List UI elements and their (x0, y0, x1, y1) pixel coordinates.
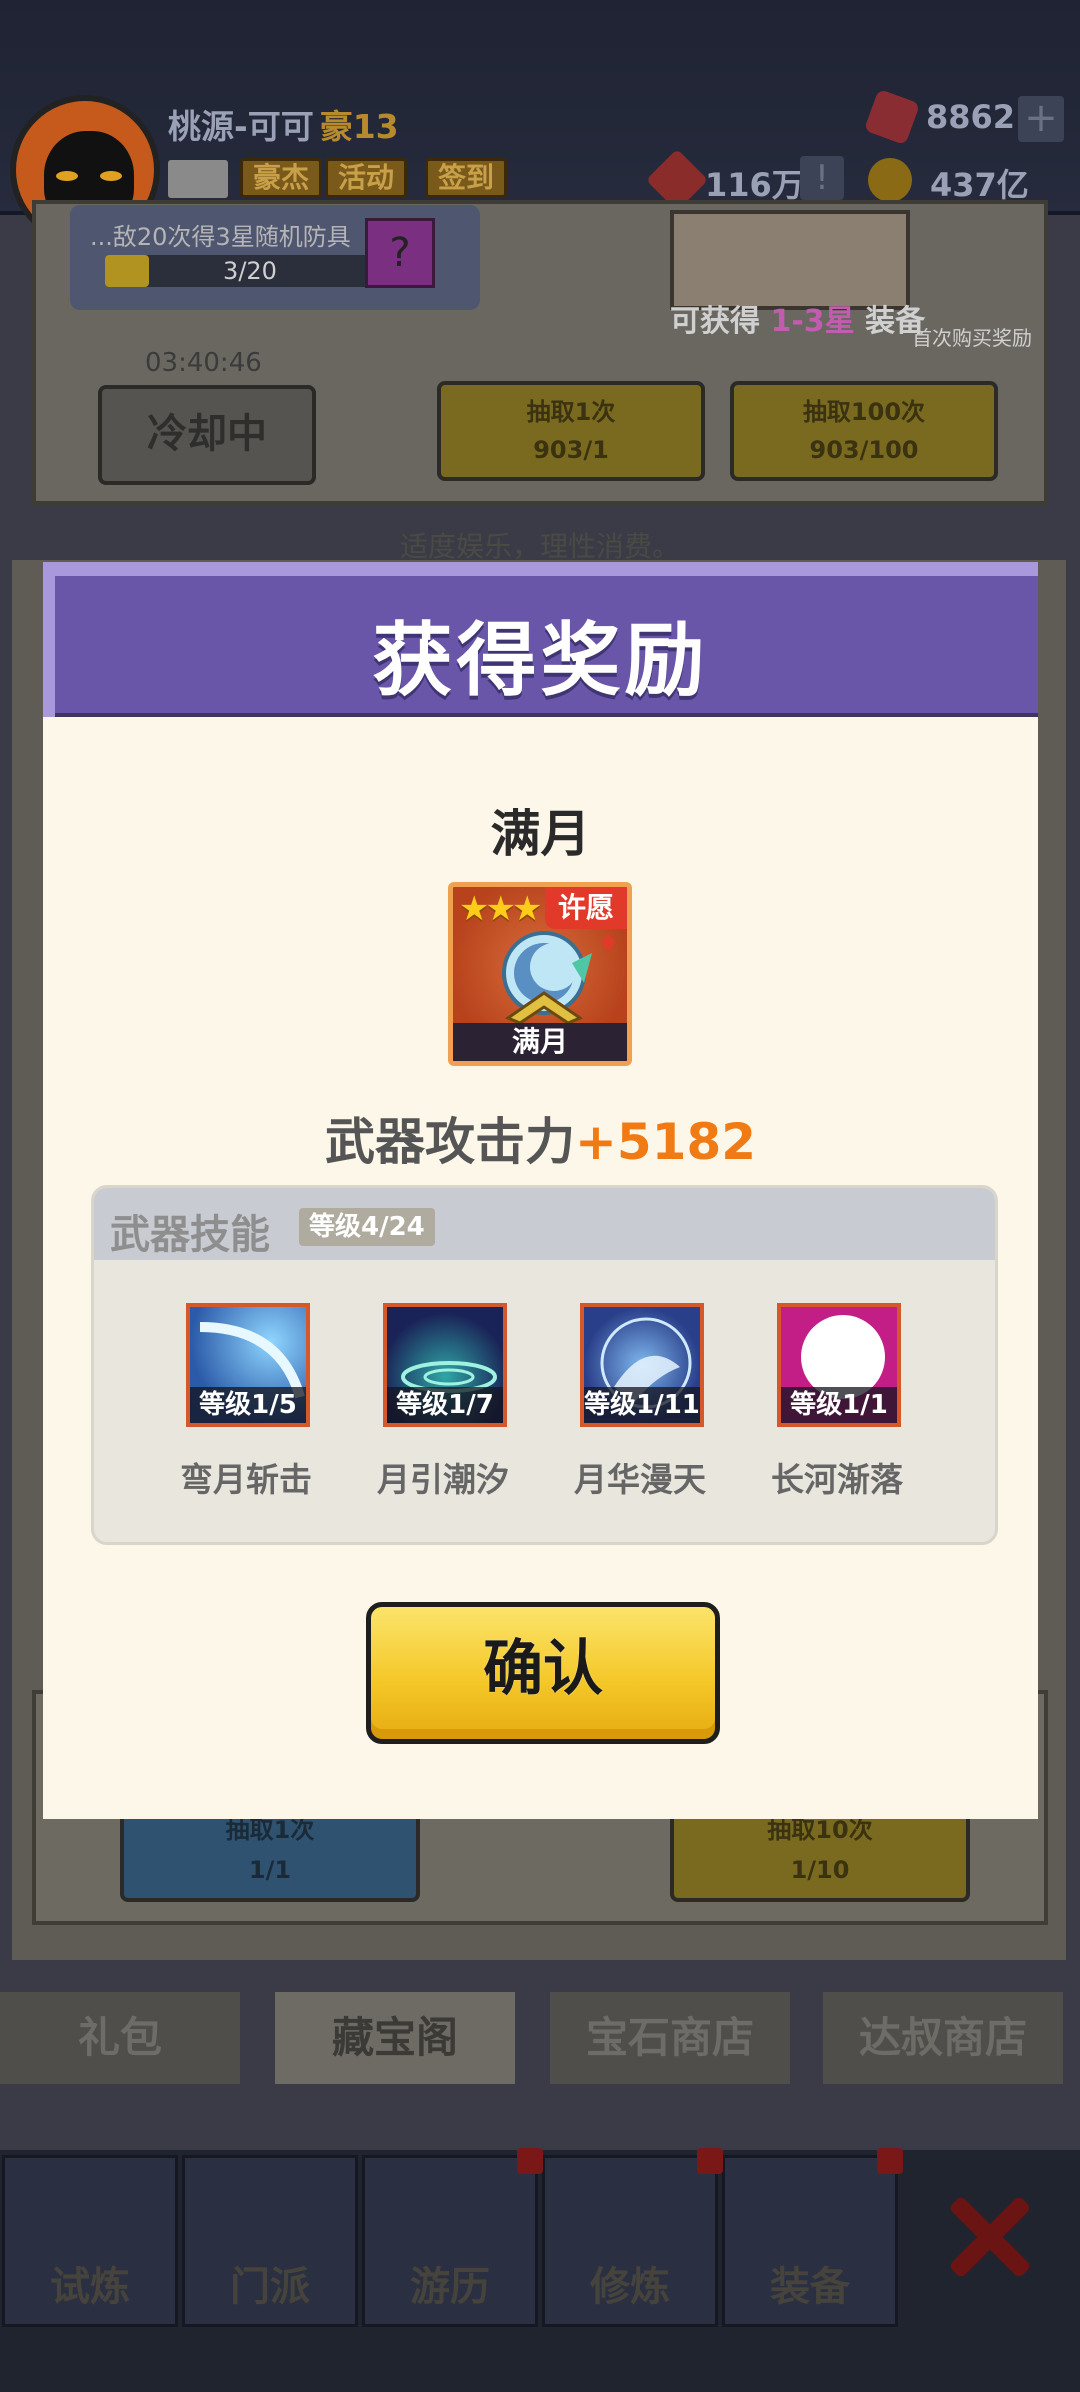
skill-name: 长河渐落 (771, 1460, 903, 1499)
item-stars: ★★★ (459, 889, 542, 929)
nav-trial-label: 试炼 (50, 2264, 130, 2310)
can-gain-stars: 1-3星 (770, 304, 855, 339)
tab-uncle-shop[interactable]: 达叔商店 (823, 1992, 1063, 2084)
weapon-attack: 武器攻击力+5182 (43, 1102, 1038, 1174)
draw-1-button[interactable]: 抽取1次 903/1 (437, 381, 705, 481)
checkin-button[interactable]: 签到 (425, 158, 508, 198)
item-name: 满月 (490, 805, 591, 863)
player-name-row: 桃源-可可 豪13 (168, 100, 399, 148)
skills-title: 武器技能 (110, 1212, 270, 1258)
reward-modal: 获得奖励 满月 ★★★ 许愿 ♦ 满月 武器攻击力+5182 武器技能 等级4/… (43, 562, 1038, 1819)
attack-value: +5182 (574, 1113, 757, 1171)
add-gems-button[interactable]: + (1018, 96, 1064, 142)
attack-label: 武器攻击力 (324, 1113, 575, 1171)
progress-text: ...敌20次得3星随机防具 (90, 223, 351, 251)
skill-item[interactable]: 等级1/1 长河渐落 (747, 1303, 927, 1503)
nav-sect[interactable]: 门派 (182, 2155, 358, 2327)
nav-sect-label: 门派 (230, 2264, 310, 2310)
river-sunset-icon: 等级1/1 (777, 1303, 901, 1427)
skill-item[interactable]: 等级1/5 弯月斩击 (156, 1303, 336, 1503)
draw-100-cost: 903/100 (809, 436, 919, 464)
item-card[interactable]: ★★★ 许愿 ♦ 满月 (448, 882, 632, 1066)
notification-dot (697, 2148, 723, 2174)
hero-button[interactable]: 豪杰 (240, 158, 323, 198)
first-buy-reward[interactable]: 首次购买奖励 (912, 322, 1032, 351)
health-slogan: 适度娱乐，理性消费。 (399, 530, 680, 563)
weapon-skills-panel: 武器技能 等级4/24 等级1/5 弯月斩击 等级1/7 月引潮汐 等级1/11… (91, 1185, 998, 1545)
skill-name: 月华漫天 (574, 1460, 706, 1499)
nav-cultivate[interactable]: 修炼 (542, 2155, 718, 2327)
nav-trial[interactable]: 试炼 (2, 2155, 178, 2327)
confirm-button[interactable]: 确认 (366, 1602, 720, 1744)
modal-title: 获得奖励 (372, 614, 709, 707)
draw-1-cost: 903/1 (533, 436, 609, 464)
skill-item[interactable]: 等级1/7 月引潮汐 (353, 1303, 533, 1503)
nav-travel[interactable]: 游历 (362, 2155, 538, 2327)
coin-icon (868, 158, 912, 202)
skills-header: 武器技能 等级4/24 (94, 1188, 995, 1260)
tab-gift[interactable]: 礼包 (0, 1992, 240, 2084)
nav-equip[interactable]: 装备 (722, 2155, 898, 2327)
skills-level-badge: 等级4/24 (299, 1208, 435, 1246)
notification-dot (877, 2148, 903, 2174)
full-moon-weapon-icon (502, 931, 592, 1025)
nav-cultivate-label: 修炼 (590, 2264, 670, 2310)
notification-dot (517, 2148, 543, 2174)
card-draw-10-cost: 1/10 (790, 1856, 850, 1884)
tab-treasure[interactable]: 藏宝阁 (275, 1992, 515, 2084)
skill-name: 月引潮汐 (377, 1460, 509, 1499)
card-draw-1-cost: 1/1 (248, 1856, 292, 1884)
player-rank: 豪13 (319, 107, 399, 146)
heart-icon: ♦ (597, 929, 619, 957)
mystery-box-icon: ? (365, 218, 435, 288)
mail-icon[interactable] (168, 160, 228, 198)
tokens-info-button[interactable]: ! (800, 156, 844, 200)
modal-header: 获得奖励 (43, 562, 1038, 717)
skill-name: 弯月斩击 (180, 1460, 312, 1499)
skill-level: 等级1/11 (584, 1387, 700, 1423)
progress-value: 3/20 (223, 257, 277, 285)
skill-level: 等级1/1 (781, 1387, 897, 1423)
moon-tide-icon: 等级1/7 (383, 1303, 507, 1427)
player-name: 桃源-可可 (168, 107, 314, 146)
can-gain-text: 可获得 1-3星 装备 (670, 296, 925, 340)
tab-gem-shop[interactable]: 宝石商店 (550, 1992, 790, 2084)
can-gain-prefix: 可获得 (670, 304, 760, 339)
crescent-slash-icon: 等级1/5 (186, 1303, 310, 1427)
chest-illustration (670, 210, 910, 310)
progress-bar: 3/20 (105, 255, 395, 287)
item-card-label: 满月 (453, 1023, 627, 1061)
skill-item[interactable]: 等级1/11 月华漫天 (550, 1303, 730, 1503)
draw-100-button[interactable]: 抽取100次 903/100 (730, 381, 998, 481)
activity-button[interactable]: 活动 (325, 158, 408, 198)
nav-equip-label: 装备 (770, 2264, 850, 2310)
gems-count: 8862 (926, 98, 1016, 136)
moonlight-fairy-icon: 等级1/11 (580, 1303, 704, 1427)
close-icon[interactable] (945, 2190, 1035, 2280)
draw-1-label: 抽取1次 (526, 398, 616, 426)
skill-level: 等级1/5 (190, 1387, 306, 1423)
nav-travel-label: 游历 (410, 2264, 490, 2310)
draw-100-label: 抽取100次 (802, 398, 926, 426)
cooldown-button[interactable]: 冷却中 (98, 385, 316, 485)
cooldown-timer: 03:40:46 (145, 348, 262, 378)
wish-tag: 许愿 (545, 887, 627, 929)
skill-level: 等级1/7 (387, 1387, 503, 1423)
